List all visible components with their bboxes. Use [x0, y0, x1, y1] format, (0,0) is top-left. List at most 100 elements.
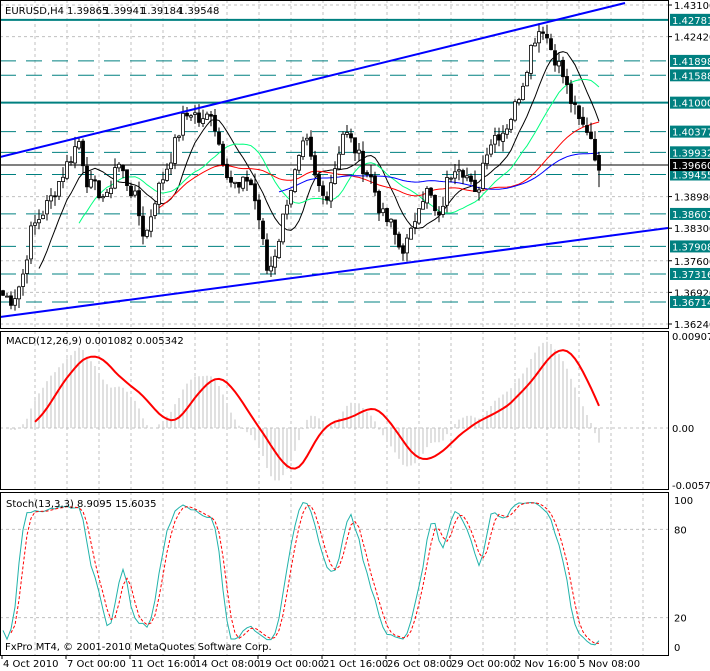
stoch-k-line [2, 501, 600, 646]
candle-bear [433, 194, 437, 212]
mt4-chart[interactable]: 1.431001.424201.389801.383001.376001.369… [0, 0, 710, 671]
candle-bear [81, 140, 85, 167]
price-axis-label: 1.43100 [674, 1, 710, 12]
trend-line-lower [0, 227, 669, 318]
candle-bull [529, 44, 533, 74]
candle-bear [581, 116, 585, 125]
candle-bull [285, 204, 289, 215]
candle-bull [133, 190, 137, 196]
candle-bull [537, 31, 541, 44]
ohlc-low: 1.39184 [141, 6, 182, 17]
candle-bear [93, 179, 97, 182]
candle-bull [493, 134, 497, 145]
candle-bull [17, 286, 21, 300]
candle-bull [173, 137, 177, 164]
price-axis-label: 1.37600 [674, 257, 710, 268]
candle-bear [569, 83, 573, 104]
macd-panel [6, 341, 600, 481]
candle-bear [565, 76, 569, 85]
candle-bull [277, 240, 281, 259]
candle-bull [421, 201, 425, 210]
candle-bull [161, 179, 165, 184]
candle-bear [473, 179, 477, 193]
candle-bull [481, 162, 485, 189]
candle-bull [449, 177, 453, 180]
candle-bull [113, 167, 117, 189]
candle-bull [381, 208, 385, 214]
candle-bull [57, 181, 61, 197]
candle-bull [465, 175, 469, 179]
time-axis-label: 19 Oct 00:00 [259, 659, 324, 670]
candle-bear [593, 138, 597, 161]
stoch-axis-label: 20 [674, 614, 687, 625]
level-label: 1.41898 [672, 57, 710, 68]
symbol-label: EURUSD,H4 [5, 6, 64, 17]
candle-bull [77, 141, 81, 149]
stoch-axis-label: 100 [674, 496, 693, 507]
candle-bear [553, 50, 557, 66]
candle-bull [405, 237, 409, 254]
candle-bear [577, 105, 581, 119]
candle-bull [105, 191, 109, 197]
candle-bear [261, 220, 265, 240]
candle-bull [49, 195, 53, 202]
candle-bull [157, 182, 161, 205]
panel-frames [0, 0, 669, 656]
candle-bull [269, 265, 273, 272]
horizontal-levels[interactable] [0, 18, 668, 303]
candle-bull [457, 169, 461, 172]
candle-bull [233, 181, 237, 184]
candle-bull [101, 196, 105, 199]
candle-bear [237, 181, 241, 188]
candle-bull [29, 225, 33, 260]
candle-bull [417, 208, 421, 224]
candle-bull [69, 161, 73, 164]
candle-bull [517, 99, 521, 104]
candle-bear [401, 245, 405, 254]
candle-bull [557, 60, 561, 67]
ohlc-open: 1.39865 [67, 6, 108, 17]
candle-bull [413, 221, 417, 228]
candle-bull [33, 222, 37, 226]
candle-bear [549, 38, 553, 51]
ohlc-close: 1.39548 [178, 6, 219, 17]
candle-bear [265, 239, 269, 271]
candles [1, 23, 601, 311]
price-axis-label: 1.36240 [674, 320, 710, 331]
candle-bull [525, 72, 529, 87]
price-axis-label: 1.42420 [674, 33, 710, 44]
candle-bull [333, 168, 337, 184]
candle-bear [221, 143, 225, 165]
candle-bear [213, 114, 217, 132]
candle-bull [145, 229, 149, 237]
candle-bull [37, 219, 41, 224]
candle-bull [509, 119, 513, 130]
candle-bull [149, 216, 153, 232]
candle-bear [461, 170, 465, 178]
time-axis-label: 5 Nov 08:00 [579, 659, 640, 670]
macd-axis-label: -0.00575 [672, 481, 710, 492]
candle-bear [197, 112, 201, 123]
candle-bull [345, 132, 349, 135]
candle-bear [321, 185, 325, 196]
stoch-label: Stoch(13,3,3) 8.9095 15.6035 [6, 499, 157, 510]
copyright: FxPro MT4, © 2001-2010 MetaQuotes Softwa… [5, 642, 272, 653]
stoch-axis-label: 0 [674, 643, 680, 654]
candle-bear [209, 114, 213, 117]
candle-bull [477, 189, 481, 193]
trend-lines[interactable] [0, 2, 669, 318]
candle-bull [337, 153, 341, 170]
candle-bull [425, 188, 429, 204]
candle-bull [25, 259, 29, 274]
candle-bear [545, 33, 549, 39]
macd-signal-line [34, 349, 600, 470]
candle-bull [73, 146, 77, 164]
level-label: 1.41588 [672, 71, 710, 82]
macd-label: MACD(12,26,9) 0.001082 0.005342 [6, 336, 184, 347]
candle-bear [385, 208, 389, 223]
macd-axis-label: 0.00 [672, 424, 694, 435]
candle-bear [497, 134, 501, 141]
time-axis-label: 7 Oct 00:00 [67, 659, 126, 670]
candle-bull [21, 273, 25, 287]
trend-line-upper [0, 2, 626, 158]
